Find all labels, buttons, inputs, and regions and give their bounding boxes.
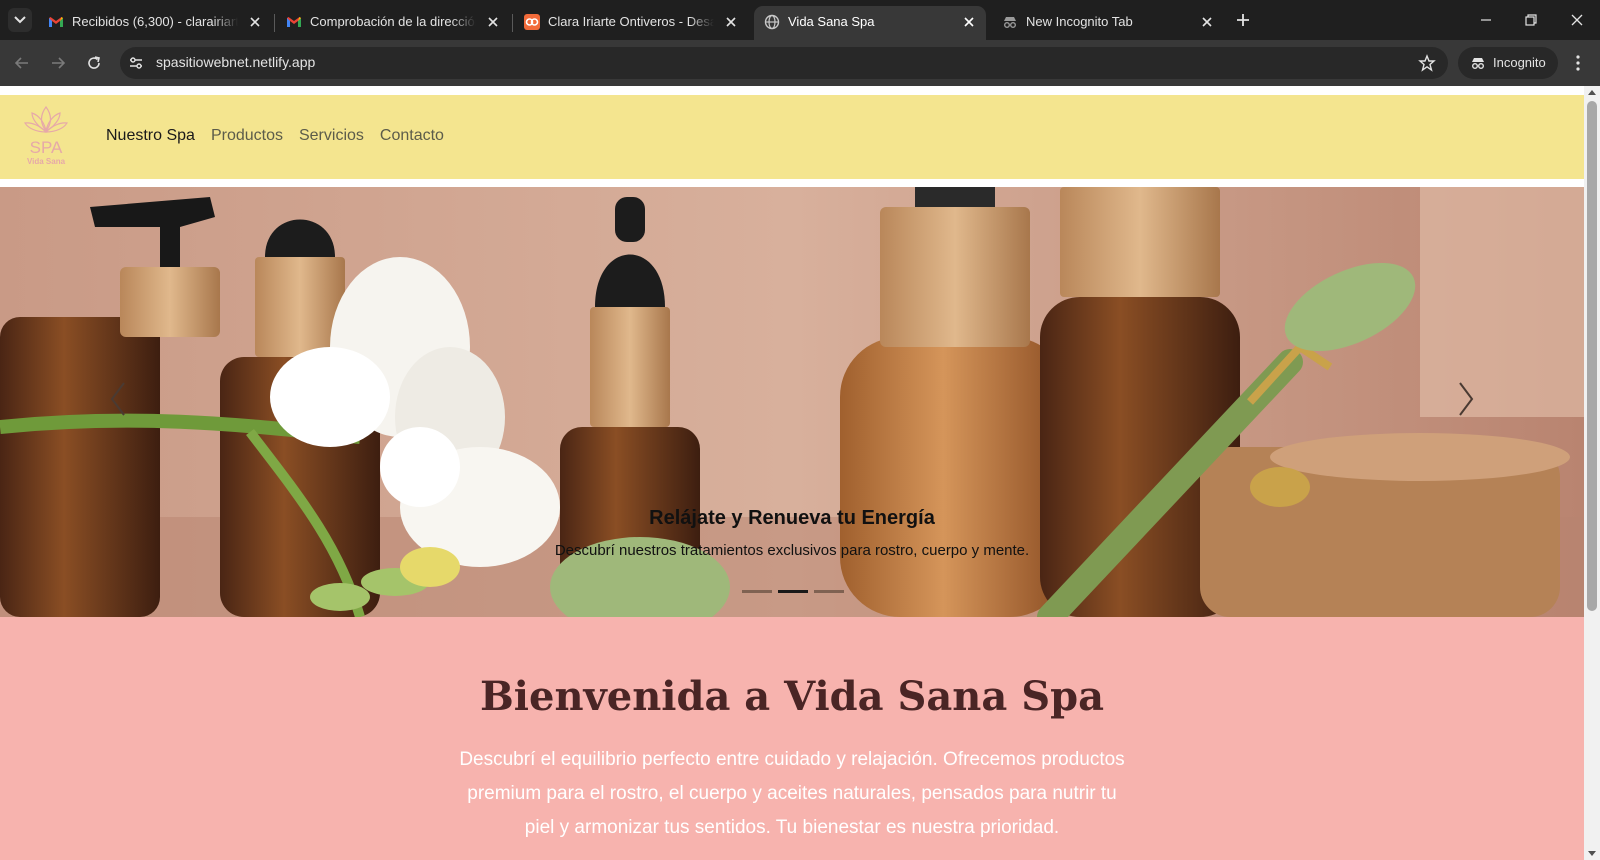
bookmark-star-icon[interactable]: [1418, 54, 1436, 72]
close-icon[interactable]: [960, 13, 978, 31]
carousel-prev-icon[interactable]: [104, 377, 132, 421]
hero-carousel: Relájate y Renueva tu Energía Descubrí n…: [0, 187, 1584, 617]
nav-link-contacto[interactable]: Contacto: [380, 127, 444, 145]
carousel-indicator[interactable]: [742, 590, 772, 593]
browser-tab-active[interactable]: Vida Sana Spa: [754, 6, 986, 40]
tab-separator: [512, 14, 513, 32]
carousel-indicator-active[interactable]: [778, 590, 808, 593]
restore-icon[interactable]: [1521, 10, 1541, 30]
reload-icon[interactable]: [84, 53, 104, 73]
tab-search-button[interactable]: [8, 8, 32, 32]
browser-tab-bar: Recibidos (6,300) - clarairiarte55@gmail…: [0, 0, 1600, 40]
minimize-icon[interactable]: [1476, 10, 1496, 30]
scroll-up-arrow-icon[interactable]: [1588, 90, 1596, 95]
close-icon[interactable]: [484, 13, 502, 31]
site-info-icon[interactable]: [128, 55, 144, 71]
tab-title: Comprobación de la dirección de correo: [310, 14, 476, 29]
scrollbar-thumb[interactable]: [1587, 101, 1597, 611]
carousel-next-icon[interactable]: [1452, 377, 1480, 421]
logo-subtext: Vida Sana: [27, 157, 66, 166]
carousel-indicators: [742, 590, 844, 593]
incognito-icon: [1004, 17, 1016, 28]
tab-title: New Incognito Tab: [1026, 14, 1133, 29]
nav-link-productos[interactable]: Productos: [211, 127, 283, 145]
back-arrow-icon[interactable]: [12, 53, 32, 73]
carousel-indicator[interactable]: [814, 590, 844, 593]
site-navbar: SPA Vida Sana Nuestro Spa Productos Serv…: [0, 95, 1584, 179]
tab-separator: [274, 14, 275, 32]
incognito-icon: [1472, 58, 1484, 69]
forward-arrow-icon[interactable]: [48, 53, 68, 73]
nav-link-nuestro-spa[interactable]: Nuestro Spa: [106, 127, 195, 145]
page-scrollbar[interactable]: [1584, 86, 1600, 860]
nav-link-servicios[interactable]: Servicios: [299, 127, 364, 145]
close-icon[interactable]: [1198, 13, 1216, 31]
tab-title: Recibidos (6,300) - clarairiarte55@gmail…: [72, 14, 238, 29]
tab-title: Vida Sana Spa: [788, 14, 875, 29]
browser-toolbar: spasitiowebnet.netlify.app Incognito: [0, 40, 1600, 86]
incognito-badge[interactable]: Incognito: [1458, 47, 1558, 79]
browser-menu-icon[interactable]: [1568, 53, 1588, 73]
welcome-text: Descubrí el equilibrio perfecto entre cu…: [459, 749, 1125, 838]
incognito-label: Incognito: [1493, 55, 1546, 70]
close-icon[interactable]: [246, 13, 264, 31]
browser-tab[interactable]: Clara Iriarte Ontiveros - Desarrollo Web: [514, 6, 748, 40]
new-tab-plus-icon[interactable]: [1233, 10, 1253, 30]
close-icon[interactable]: [722, 13, 740, 31]
welcome-title: Bienvenida a Vida Sana Spa: [479, 673, 1104, 720]
carousel-title: Relájate y Renueva tu Energía: [649, 507, 935, 529]
logo-text: SPA: [30, 138, 63, 157]
carousel-text: Descubrí nuestros tratamientos exclusivo…: [554, 542, 1030, 559]
browser-tab[interactable]: New Incognito Tab: [992, 6, 1224, 40]
url-text[interactable]: spasitiowebnet.netlify.app: [156, 54, 315, 70]
scroll-down-arrow-icon[interactable]: [1588, 851, 1596, 856]
browser-tab[interactable]: Recibidos (6,300) - clarairiarte55@gmail…: [38, 6, 272, 40]
page-viewport: SPA Vida Sana Nuestro Spa Productos Serv…: [0, 86, 1600, 860]
window-close-icon[interactable]: [1567, 10, 1587, 30]
gmail-icon: [287, 17, 301, 27]
tab-title: Clara Iriarte Ontiveros - Desarrollo Web: [548, 14, 714, 29]
welcome-section: Bienvenida a Vida Sana Spa Descubrí el e…: [0, 617, 1584, 860]
browser-tab[interactable]: Comprobación de la dirección de correo: [276, 6, 510, 40]
globe-icon: [764, 14, 780, 30]
carousel-caption: Relájate y Renueva tu Energía Descubrí n…: [0, 507, 1584, 559]
site-nav-links: Nuestro Spa Productos Servicios Contacto: [106, 127, 444, 145]
address-bar[interactable]: spasitiowebnet.netlify.app: [120, 47, 1448, 79]
gmail-icon: [49, 17, 63, 27]
chevron-down-icon: [14, 16, 26, 24]
spa-logo[interactable]: SPA Vida Sana: [20, 101, 72, 167]
coderhouse-icon: [524, 14, 540, 30]
